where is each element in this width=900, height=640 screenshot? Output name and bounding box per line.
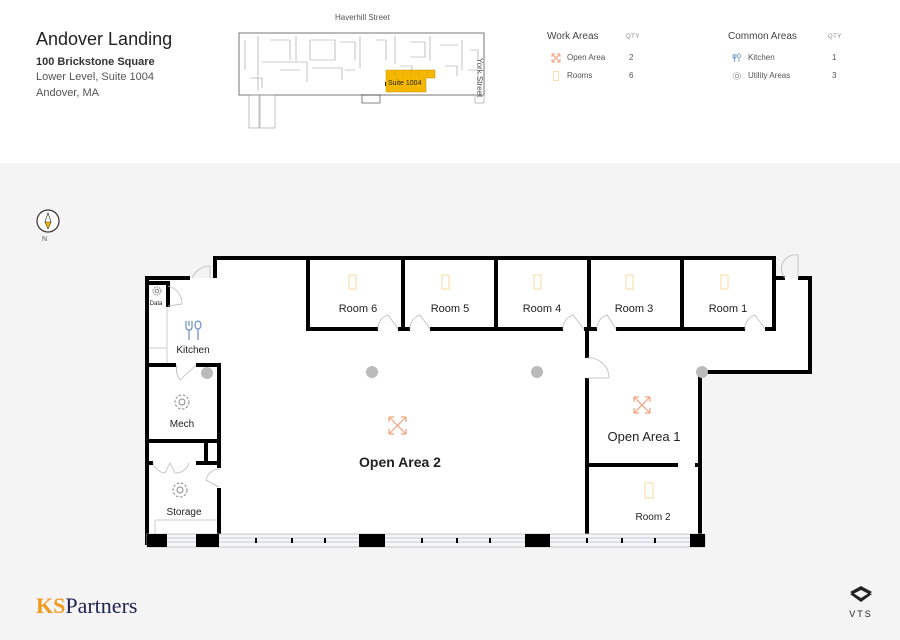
vts-logo-icon bbox=[850, 586, 872, 602]
suite-label: Suite 1004 bbox=[388, 80, 422, 87]
room-label-storage: Storage bbox=[166, 507, 201, 518]
floor-plan: Room 6 Room 5 Room 4 Room 3 Room 1 Room … bbox=[145, 254, 812, 548]
legend-label: Utility Areas bbox=[748, 71, 791, 80]
legend-qty: 2 bbox=[629, 53, 634, 62]
room-label-room-5: Room 5 bbox=[431, 303, 470, 315]
header: Andover Landing 100 Brickstone Square Lo… bbox=[0, 0, 900, 163]
property-title: Andover Landing bbox=[36, 29, 173, 49]
legend-common-areas-title: Common Areas bbox=[728, 31, 797, 42]
legend-qty: 1 bbox=[832, 53, 837, 62]
room-label-room-3: Room 3 bbox=[615, 303, 654, 315]
room-label-mech: Mech bbox=[170, 419, 194, 430]
key-plan-map bbox=[238, 32, 485, 129]
logo-ks: KS bbox=[36, 593, 66, 618]
gear-icon bbox=[733, 72, 741, 80]
room-label-room-4: Room 4 bbox=[523, 303, 562, 315]
vts-logo: VTS bbox=[843, 585, 879, 619]
room-label-open-area-2: Open Area 2 bbox=[359, 454, 441, 470]
fork-spoon-icon bbox=[732, 53, 741, 62]
door-icon bbox=[553, 71, 559, 81]
room-label-room-1: Room 1 bbox=[709, 303, 748, 315]
logo-partners: Partners bbox=[65, 593, 138, 618]
room-label-kitchen: Kitchen bbox=[176, 345, 209, 356]
vts-logo-text: VTS bbox=[849, 609, 873, 619]
legend-qty-header: QTY bbox=[626, 34, 640, 40]
legend-qty: 6 bbox=[629, 71, 634, 80]
window-band bbox=[146, 533, 706, 548]
room-label-room-2: Room 2 bbox=[635, 512, 670, 523]
address-line-3: Andover, MA bbox=[36, 87, 99, 99]
legend-label: Kitchen bbox=[748, 53, 775, 62]
ks-partners-logo: KSPartners bbox=[36, 593, 137, 619]
legend-work-areas-title: Work Areas bbox=[547, 31, 599, 42]
floor-plan-interior bbox=[147, 258, 810, 545]
expand-arrows-icon bbox=[551, 53, 561, 63]
room-label-room-6: Room 6 bbox=[339, 303, 378, 315]
legend-qty: 3 bbox=[832, 71, 837, 80]
room-label-open-area-1: Open Area 1 bbox=[608, 429, 681, 444]
legend-qty-header: QTY bbox=[828, 34, 842, 40]
address-line-2: Lower Level, Suite 1004 bbox=[36, 71, 155, 83]
legend-label: Open Area bbox=[567, 53, 606, 62]
legend-label: Rooms bbox=[567, 71, 593, 80]
room-label-data: Data bbox=[150, 301, 163, 307]
address-line-1: 100 Brickstone Square bbox=[36, 56, 155, 68]
